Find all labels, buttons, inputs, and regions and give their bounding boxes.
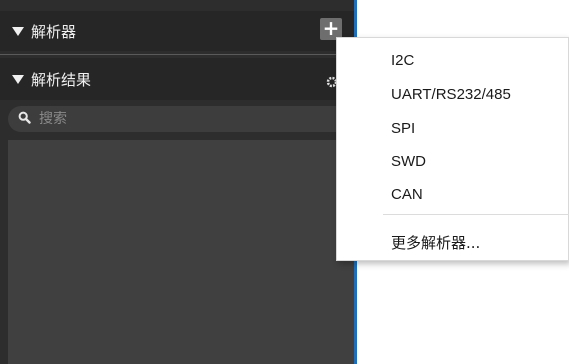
results-list bbox=[8, 140, 354, 364]
search-input[interactable] bbox=[39, 111, 319, 127]
analyzer-panel: 解析器 + 解析结果 bbox=[0, 0, 357, 364]
analyzers-section-header[interactable]: 解析器 bbox=[0, 11, 354, 51]
menu-item-spi[interactable]: SPI bbox=[391, 120, 415, 137]
section-divider bbox=[0, 54, 354, 55]
menu-item-swd[interactable]: SWD bbox=[391, 153, 426, 170]
menu-item-uart[interactable]: UART/RS232/485 bbox=[391, 86, 511, 103]
menu-separator bbox=[383, 214, 569, 215]
menu-item-more-analyzers[interactable]: 更多解析器... bbox=[391, 232, 480, 253]
collapse-triangle-icon[interactable] bbox=[12, 26, 24, 36]
results-section-header[interactable]: 解析结果 bbox=[0, 58, 354, 100]
analyzer-dropdown-menu: I2C UART/RS232/485 SPI SWD CAN 更多解析器... bbox=[336, 37, 569, 261]
collapse-triangle-icon[interactable] bbox=[12, 74, 24, 84]
menu-item-i2c[interactable]: I2C bbox=[391, 52, 414, 69]
search-icon bbox=[18, 111, 31, 128]
analyzers-section-title: 解析器 bbox=[31, 22, 77, 41]
menu-item-can[interactable]: CAN bbox=[391, 186, 423, 203]
results-section-title: 解析结果 bbox=[31, 70, 92, 89]
search-box[interactable] bbox=[8, 106, 352, 132]
